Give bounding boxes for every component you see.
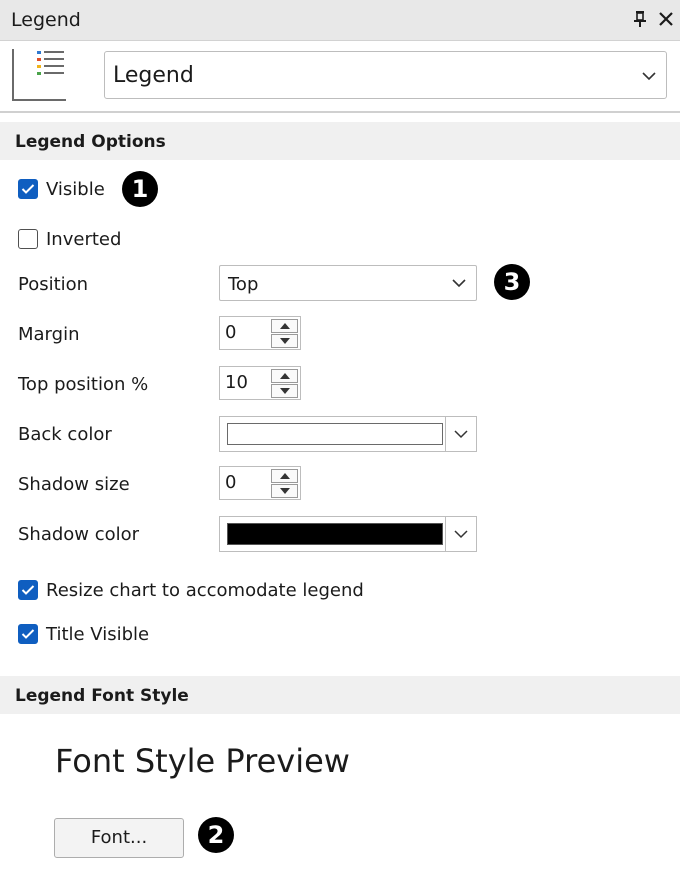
section-title: Legend Font Style [15, 686, 189, 706]
callout-badge-1: 1 [122, 171, 158, 207]
font-style-preview: Font Style Preview [55, 742, 350, 780]
shadow-size-increment-button[interactable] [271, 469, 298, 483]
section-legend-font-style: Legend Font Style [0, 676, 680, 714]
element-selector-value: Legend [113, 63, 194, 88]
checkmark-icon [21, 629, 35, 639]
element-selector-dropdown[interactable]: Legend [104, 51, 667, 99]
shadow-size-value: 0 [225, 472, 237, 493]
back-color-picker[interactable] [219, 416, 477, 452]
title-visible-checkbox[interactable] [18, 624, 38, 644]
back-color-dropdown-button[interactable] [445, 417, 476, 451]
shadow-size-decrement-button[interactable] [271, 484, 298, 498]
shadow-color-picker[interactable] [219, 516, 477, 552]
arrow-up-icon [280, 373, 290, 379]
panel-titlebar: Legend [0, 0, 680, 41]
chevron-down-icon [452, 279, 466, 288]
section-legend-options: Legend Options [0, 122, 680, 160]
callout-badge-3: 3 [494, 264, 530, 300]
margin-increment-button[interactable] [271, 319, 298, 333]
top-position-label: Top position % [18, 374, 149, 395]
inverted-label: Inverted [46, 229, 122, 250]
chevron-down-icon [642, 72, 656, 81]
shadow-color-label: Shadow color [18, 524, 140, 545]
arrow-up-icon [280, 323, 290, 329]
margin-label: Margin [18, 324, 80, 345]
pin-icon[interactable] [629, 6, 651, 32]
top-position-value: 10 [225, 372, 248, 393]
checkmark-icon [21, 585, 35, 595]
panel-title: Legend [11, 9, 81, 31]
position-label: Position [18, 274, 89, 295]
close-icon[interactable] [655, 6, 677, 32]
margin-decrement-button[interactable] [271, 334, 298, 348]
margin-value: 0 [225, 322, 237, 343]
title-visible-label: Title Visible [46, 624, 150, 645]
callout-badge-2: 2 [198, 817, 234, 853]
margin-stepper[interactable]: 0 [219, 316, 301, 350]
back-color-label: Back color [18, 424, 112, 445]
position-value: Top [228, 274, 259, 295]
inverted-checkbox[interactable] [18, 229, 38, 249]
top-position-decrement-button[interactable] [271, 384, 298, 398]
checkmark-icon [21, 184, 35, 194]
arrow-down-icon [280, 388, 290, 394]
shadow-size-label: Shadow size [18, 474, 130, 495]
arrow-down-icon [280, 488, 290, 494]
top-position-increment-button[interactable] [271, 369, 298, 383]
back-color-swatch [227, 423, 443, 445]
chevron-down-icon [454, 430, 468, 439]
legend-list-icon [12, 47, 68, 103]
font-button[interactable]: Font... [54, 818, 184, 858]
resize-chart-checkbox[interactable] [18, 580, 38, 600]
arrow-up-icon [280, 473, 290, 479]
visible-label: Visible [46, 179, 105, 200]
shadow-color-dropdown-button[interactable] [445, 517, 476, 551]
shadow-color-swatch [227, 523, 443, 545]
top-position-stepper[interactable]: 10 [219, 366, 301, 400]
element-selector-bar: Legend [0, 41, 680, 113]
arrow-down-icon [280, 338, 290, 344]
position-dropdown[interactable]: Top [219, 265, 477, 301]
visible-checkbox[interactable] [18, 179, 38, 199]
shadow-size-stepper[interactable]: 0 [219, 466, 301, 500]
section-title: Legend Options [15, 132, 166, 152]
chevron-down-icon [454, 530, 468, 539]
resize-chart-label: Resize chart to accomodate legend [46, 580, 364, 601]
